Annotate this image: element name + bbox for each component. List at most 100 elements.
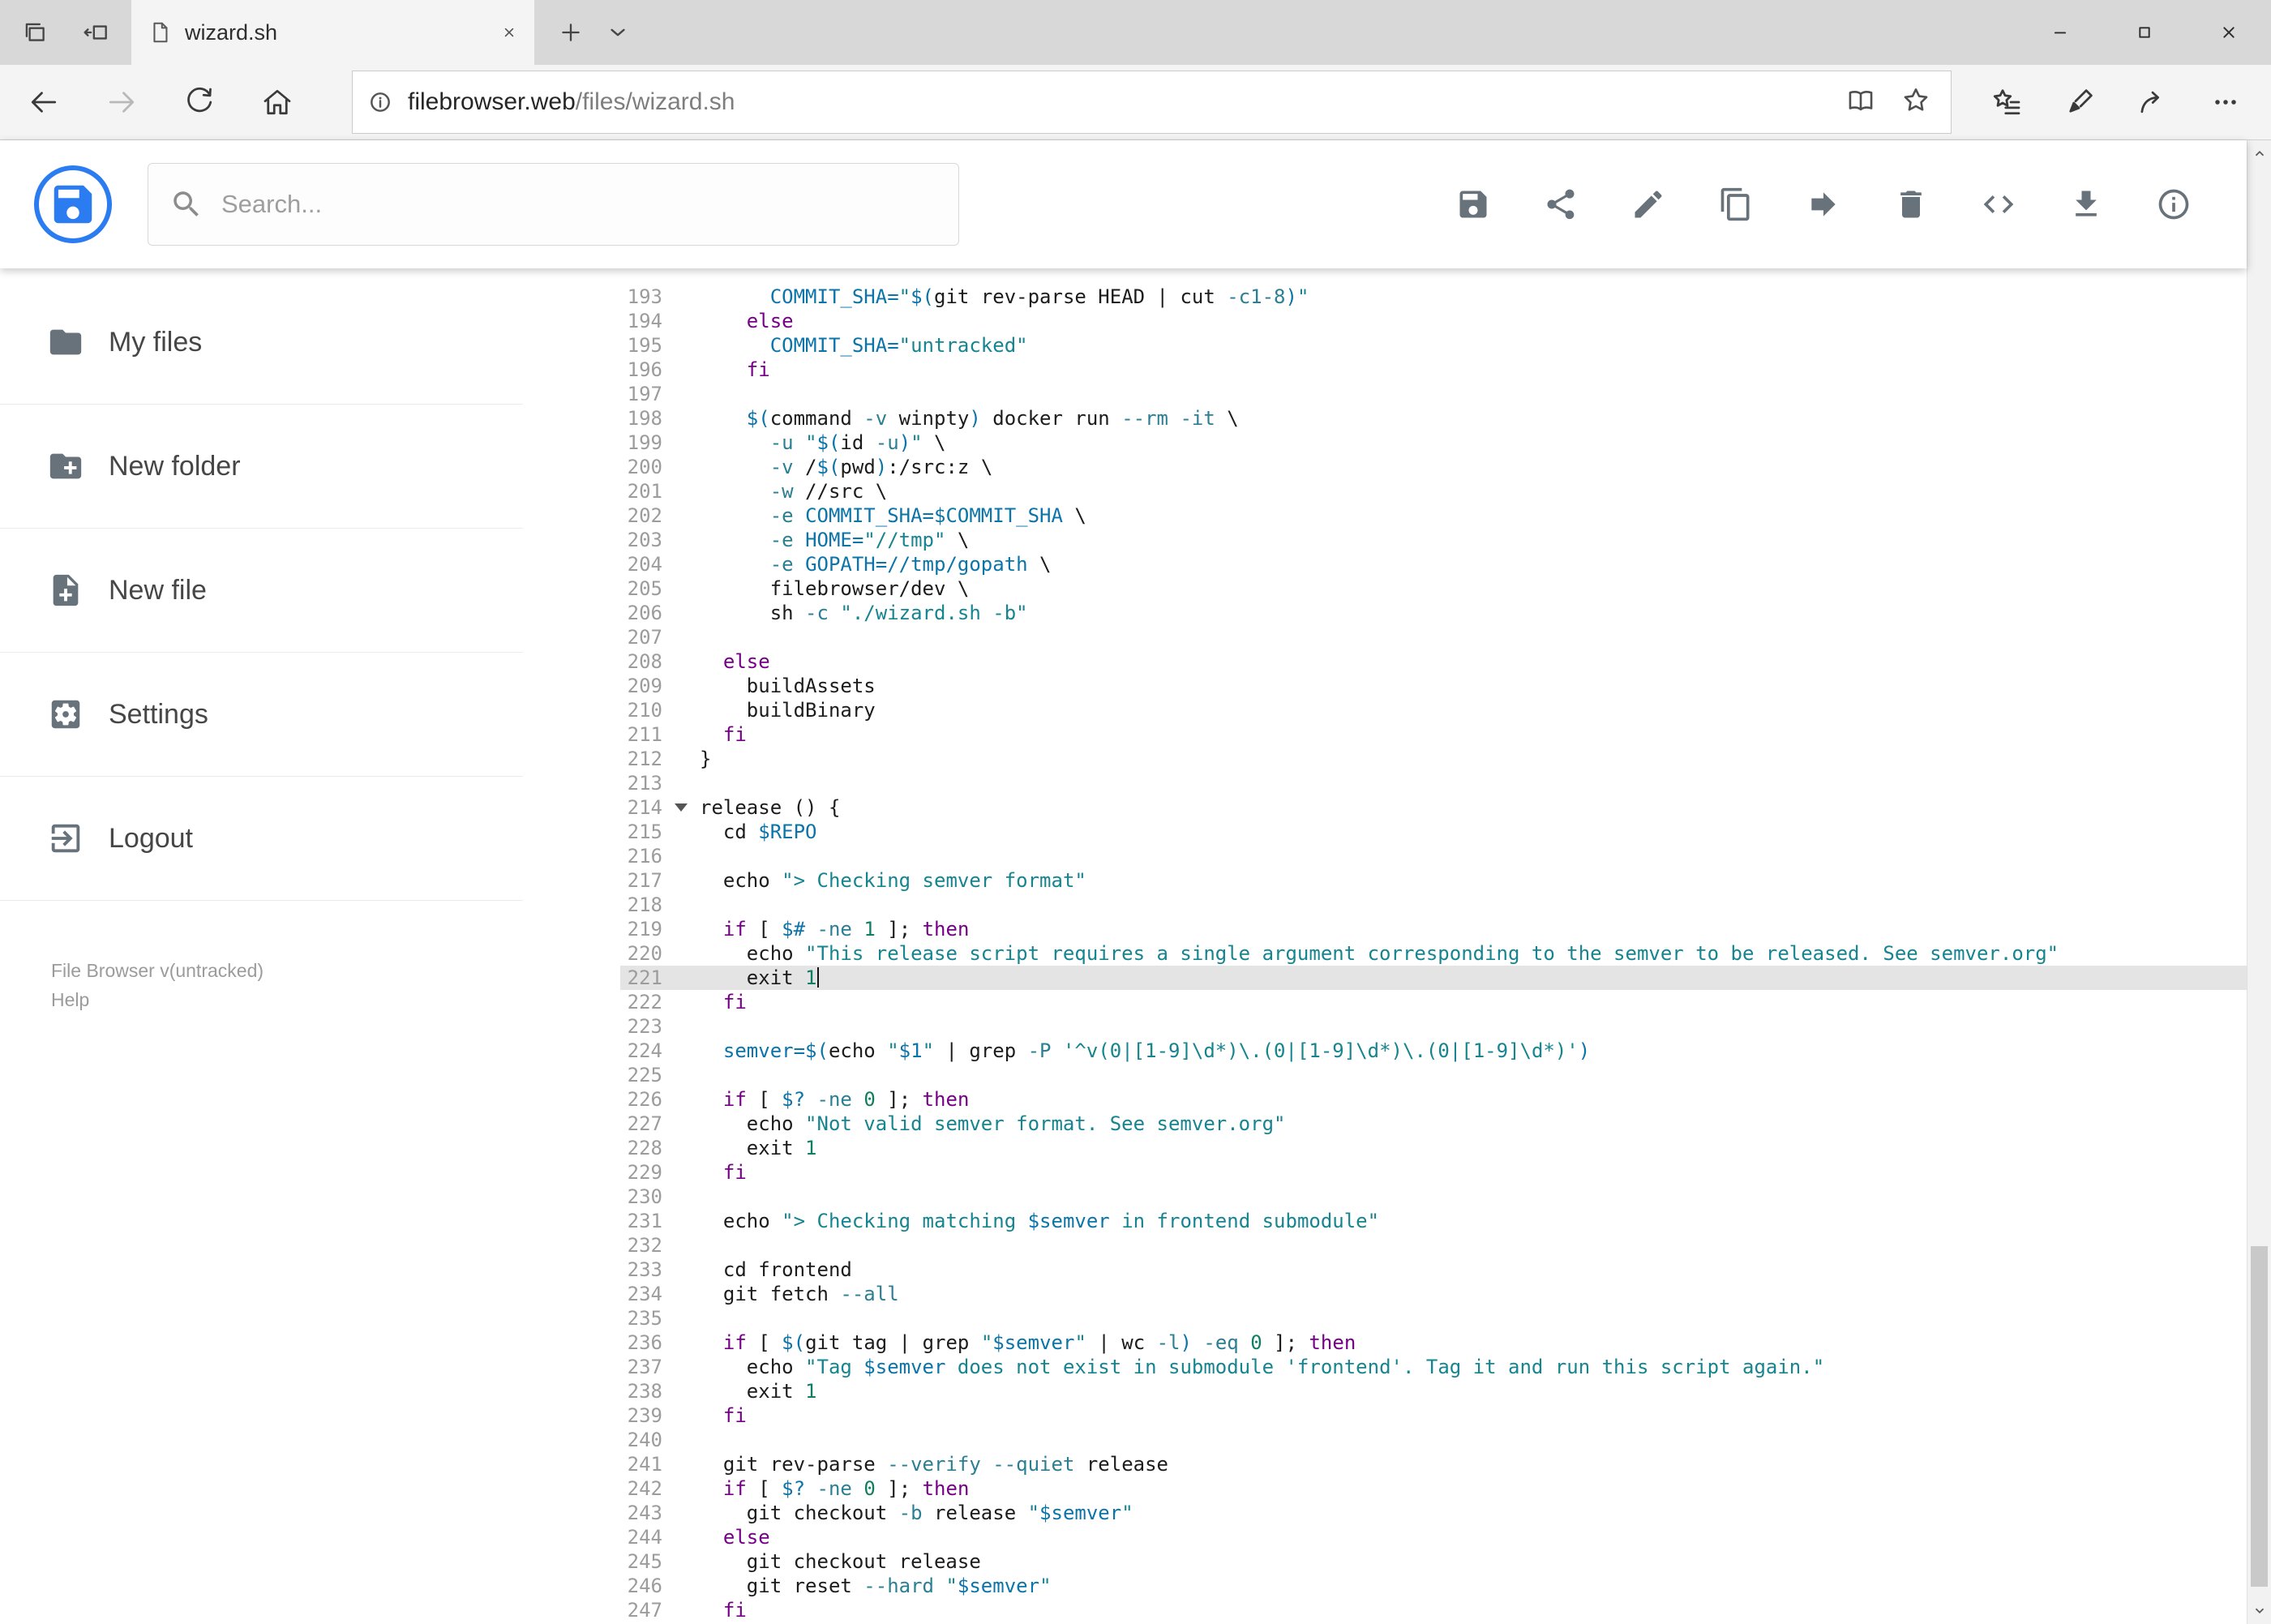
code-line[interactable]: 235: [523, 1306, 2247, 1330]
code-line[interactable]: 200 -v /$(pwd):/src:z \: [523, 455, 2247, 479]
info-button[interactable]: [2156, 186, 2192, 222]
code-line[interactable]: 197: [523, 382, 2247, 406]
code-line[interactable]: 216: [523, 844, 2247, 868]
code-line[interactable]: 212}: [523, 747, 2247, 771]
tab-preview-toggle[interactable]: [594, 9, 641, 56]
refresh-button[interactable]: [165, 68, 234, 136]
address-bar[interactable]: filebrowser.web/files/wizard.sh: [352, 71, 1952, 134]
code-line[interactable]: 211 fi: [523, 722, 2247, 747]
code-line[interactable]: 205 filebrowser/dev \: [523, 576, 2247, 601]
code-line[interactable]: 239 fi: [523, 1403, 2247, 1428]
close-window-button[interactable]: [2187, 0, 2271, 65]
code-line[interactable]: 226 if [ $? -ne 0 ]; then: [523, 1087, 2247, 1112]
help-link[interactable]: Help: [51, 985, 89, 1014]
code-line[interactable]: 221 exit 1: [523, 966, 2247, 990]
code-line[interactable]: 228 exit 1: [523, 1136, 2247, 1160]
forward-button[interactable]: [88, 68, 156, 136]
code-line[interactable]: 227 echo "Not valid semver format. See s…: [523, 1112, 2247, 1136]
fold-arrow-icon[interactable]: [675, 803, 688, 812]
code-line[interactable]: 213: [523, 771, 2247, 795]
code-line[interactable]: 241 git rev-parse --verify --quiet relea…: [523, 1452, 2247, 1476]
code-line[interactable]: 214 release () {: [523, 795, 2247, 820]
code-line[interactable]: 243 git checkout -b release "$semver": [523, 1501, 2247, 1525]
code-editor[interactable]: 193 COMMIT_SHA="$(git rev-parse HEAD | c…: [523, 268, 2247, 1624]
code-line[interactable]: 202 -e COMMIT_SHA=$COMMIT_SHA \: [523, 503, 2247, 528]
code-line[interactable]: 203 -e HOME="//tmp" \: [523, 528, 2247, 552]
scroll-up-button[interactable]: [2247, 140, 2271, 168]
code-line[interactable]: 234 git fetch --all: [523, 1282, 2247, 1306]
code-line[interactable]: 196 fi: [523, 358, 2247, 382]
new-tab-button[interactable]: [547, 9, 594, 56]
more-button[interactable]: [2192, 68, 2260, 136]
scrollbar-track[interactable]: [2247, 168, 2271, 1596]
tab-wizard-sh[interactable]: wizard.sh: [131, 0, 534, 65]
code-line[interactable]: 245 git checkout release: [523, 1549, 2247, 1574]
scrollbar-thumb[interactable]: [2251, 1246, 2268, 1587]
code-line[interactable]: 242 if [ $? -ne 0 ]; then: [523, 1476, 2247, 1501]
sidebar-item-new-file[interactable]: New file: [0, 529, 523, 653]
code-line[interactable]: 247 fi: [523, 1598, 2247, 1622]
site-info-icon[interactable]: [366, 88, 395, 117]
code-line[interactable]: 225: [523, 1063, 2247, 1087]
code-line[interactable]: 208 else: [523, 649, 2247, 674]
code-line[interactable]: 220 echo "This release script requires a…: [523, 941, 2247, 966]
code-line[interactable]: 233 cd frontend: [523, 1258, 2247, 1282]
sidebar-item-new-folder[interactable]: New folder: [0, 405, 523, 529]
rename-button[interactable]: [1630, 186, 1666, 222]
code-line[interactable]: 218: [523, 893, 2247, 917]
home-button[interactable]: [243, 68, 311, 136]
code-line[interactable]: 219 if [ $# -ne 1 ]; then: [523, 917, 2247, 941]
code-line[interactable]: 206 sh -c "./wizard.sh -b": [523, 601, 2247, 625]
sidebar-item-settings[interactable]: Settings: [0, 653, 523, 777]
copy-button[interactable]: [1718, 186, 1754, 222]
code-line[interactable]: 240: [523, 1428, 2247, 1452]
web-note-button[interactable]: [2046, 68, 2114, 136]
code-line[interactable]: 232: [523, 1233, 2247, 1258]
code-line[interactable]: 224 semver=$(echo "$1" | grep -P '^v(0|[…: [523, 1039, 2247, 1063]
set-tabs-aside-button[interactable]: [73, 9, 120, 56]
search-input[interactable]: [221, 190, 937, 219]
code-line[interactable]: 244 else: [523, 1525, 2247, 1549]
filebrowser-logo[interactable]: [34, 165, 112, 243]
code-line[interactable]: 194 else: [523, 309, 2247, 333]
tab-close-icon[interactable]: [500, 24, 518, 41]
maximize-button[interactable]: [2102, 0, 2187, 65]
sidebar-item-logout[interactable]: Logout: [0, 777, 523, 901]
code-line[interactable]: 207: [523, 625, 2247, 649]
code-line[interactable]: 229 fi: [523, 1160, 2247, 1185]
tabs-set-aside-button[interactable]: [11, 9, 58, 56]
share-button[interactable]: [1543, 186, 1579, 222]
code-line[interactable]: 201 -w //src \: [523, 479, 2247, 503]
save-button[interactable]: [1455, 186, 1491, 222]
source-code-button[interactable]: [1981, 186, 2016, 222]
scroll-down-button[interactable]: [2247, 1596, 2271, 1624]
code-line[interactable]: 231 echo "> Checking matching $semver in…: [523, 1209, 2247, 1233]
code-line[interactable]: 222 fi: [523, 990, 2247, 1014]
code-line[interactable]: 204 -e GOPATH=//tmp/gopath \: [523, 552, 2247, 576]
delete-button[interactable]: [1893, 186, 1929, 222]
share-button[interactable]: [2119, 68, 2187, 136]
reading-view-button[interactable]: [1845, 85, 1876, 120]
code-line[interactable]: 230: [523, 1185, 2247, 1209]
minimize-button[interactable]: [2018, 0, 2102, 65]
download-button[interactable]: [2068, 186, 2104, 222]
move-button[interactable]: [1806, 186, 1841, 222]
search-box[interactable]: [148, 163, 959, 246]
code-line[interactable]: 237 echo "Tag $semver does not exist in …: [523, 1355, 2247, 1379]
hub-favorites-button[interactable]: [1973, 68, 2041, 136]
code-line[interactable]: 236 if [ $(git tag | grep "$semver" | wc…: [523, 1330, 2247, 1355]
code-line[interactable]: 193 COMMIT_SHA="$(git rev-parse HEAD | c…: [523, 285, 2247, 309]
code-line[interactable]: 223: [523, 1014, 2247, 1039]
code-line[interactable]: 199 -u "$(id -u)" \: [523, 431, 2247, 455]
code-line[interactable]: 198 $(command -v winpty) docker run --rm…: [523, 406, 2247, 431]
code-line[interactable]: 246 git reset --hard "$semver": [523, 1574, 2247, 1598]
code-line[interactable]: 238 exit 1: [523, 1379, 2247, 1403]
code-line[interactable]: 195 COMMIT_SHA="untracked": [523, 333, 2247, 358]
code-line[interactable]: 217 echo "> Checking semver format": [523, 868, 2247, 893]
code-line[interactable]: 210 buildBinary: [523, 698, 2247, 722]
page-scrollbar[interactable]: [2247, 140, 2271, 1624]
add-favorite-button[interactable]: [1900, 85, 1931, 120]
sidebar-item-my-files[interactable]: My files: [0, 281, 523, 405]
code-line[interactable]: 215 cd $REPO: [523, 820, 2247, 844]
back-button[interactable]: [10, 68, 78, 136]
